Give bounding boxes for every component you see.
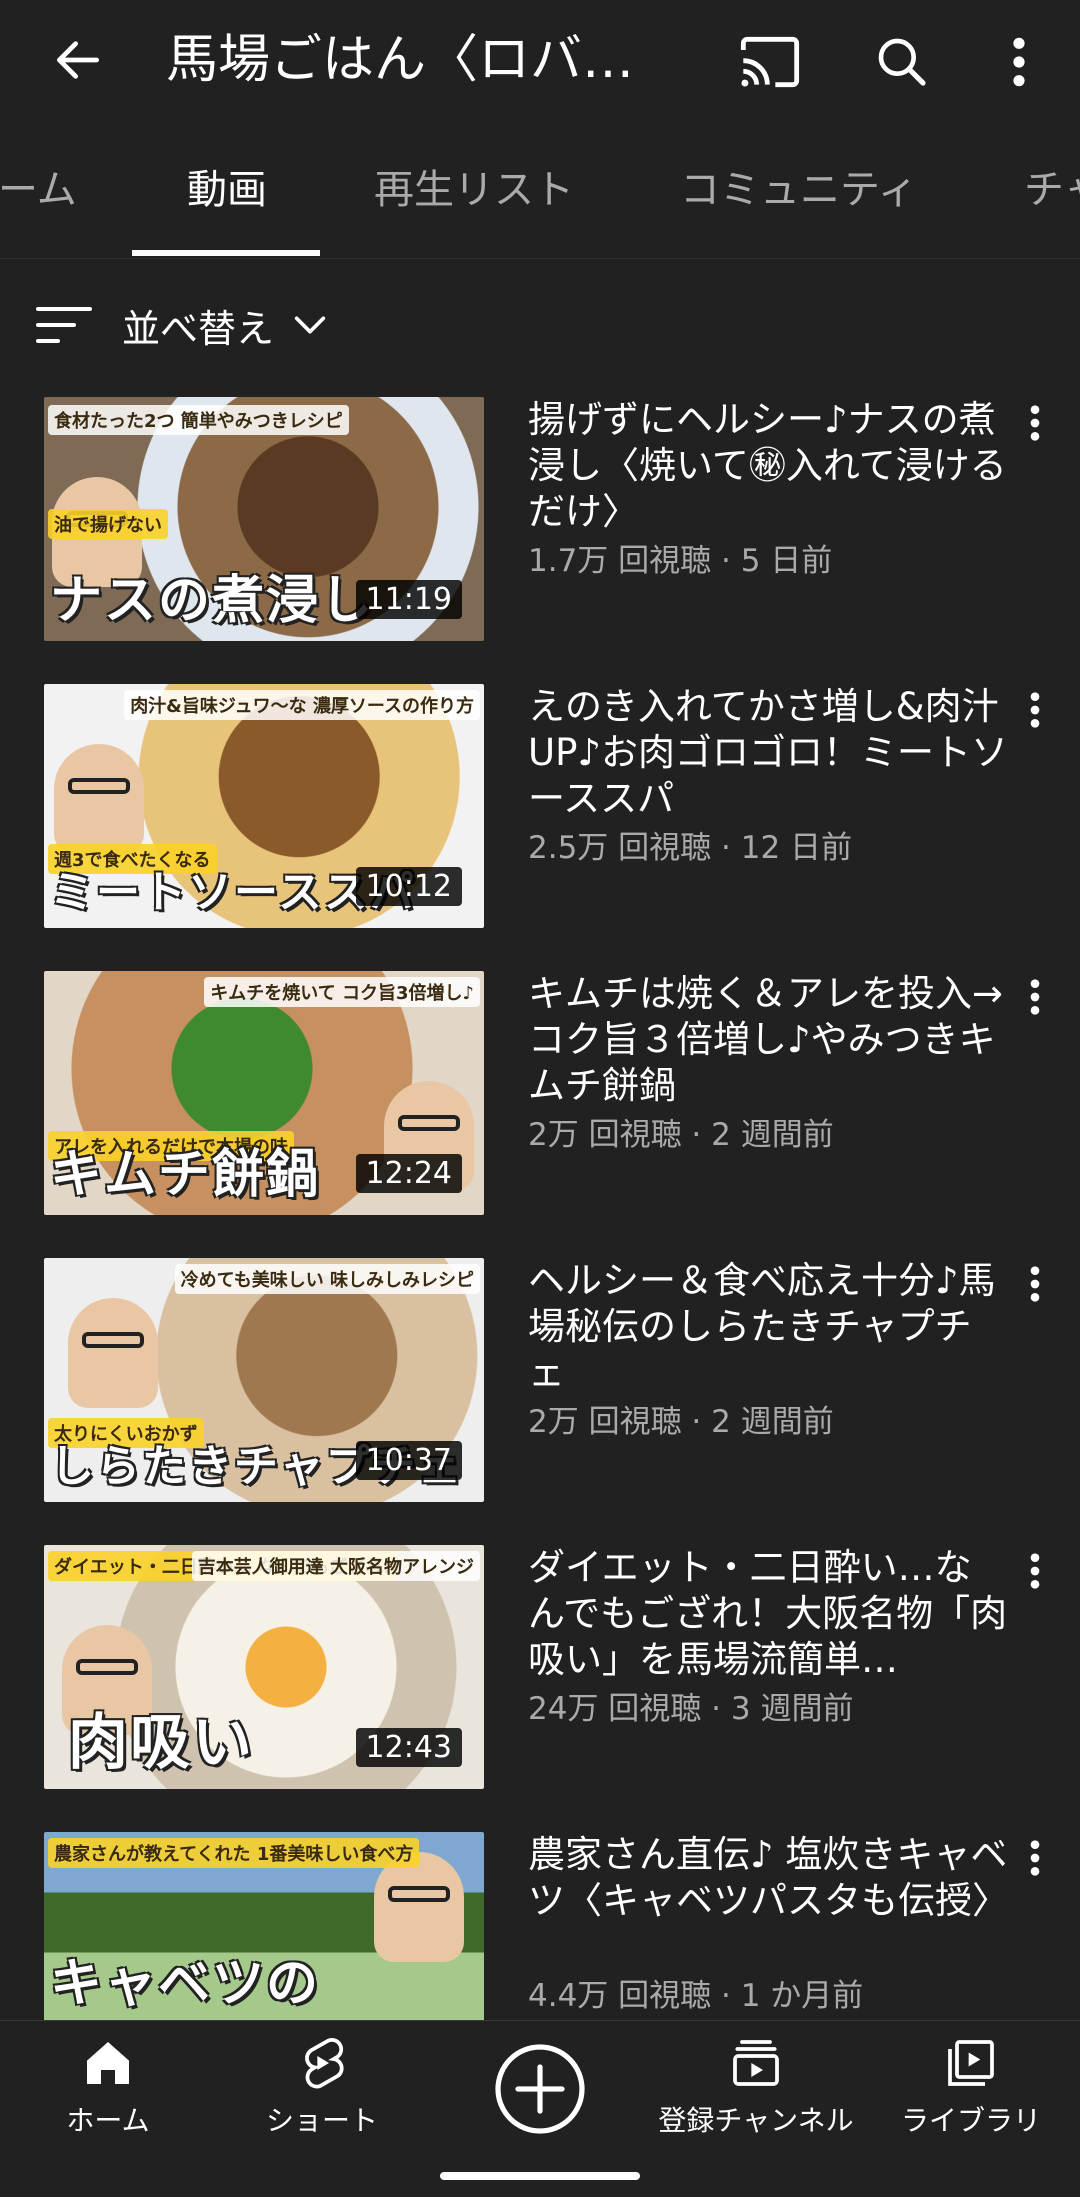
video-meta: 2万 回視聴 · 2 週間前: [528, 1404, 834, 1440]
video-item[interactable]: 冷めても美味しい 味しみしみレシピ 太りにくいおかず しらたきチャプチェ 10:…: [0, 1258, 1080, 1508]
tab-playlists[interactable]: 再生リスト: [374, 140, 574, 260]
video-item[interactable]: 農家さんが教えてくれた 1番美味しい食べ方 キャベツの 農家さん直伝♪ 塩炊きキ…: [0, 1832, 1080, 2020]
video-duration: 12:43: [355, 1728, 462, 1767]
thumbnail-caption-secondary: 油で揚げない: [48, 509, 168, 539]
video-title[interactable]: えのき入れてかさ増し&肉汁UP♪お肉ゴロゴロ！ミートソーススパ: [528, 684, 1008, 822]
nav-subscriptions[interactable]: 登録チャンネル: [646, 2035, 866, 2155]
video-duration: 10:12: [355, 867, 462, 906]
video-thumbnail[interactable]: 冷めても美味しい 味しみしみレシピ 太りにくいおかず しらたきチャプチェ 10:…: [44, 1258, 484, 1502]
video-duration: 10:37: [355, 1441, 462, 1480]
tabs-divider: [0, 258, 1080, 259]
thumbnail-headline: ナスの煮浸し: [50, 571, 375, 631]
gesture-home-indicator[interactable]: [440, 2172, 640, 2180]
nav-home-label: ホーム: [66, 2104, 150, 2137]
tab-home[interactable]: ーム: [0, 140, 77, 260]
host-figure: [54, 744, 144, 854]
cast-icon: [740, 36, 800, 88]
video-title[interactable]: ヘルシー＆食べ応え十分♪馬場秘伝のしらたきチャプチェ: [528, 1258, 1008, 1396]
host-figure: [374, 1852, 464, 1962]
search-icon: [878, 38, 926, 86]
video-thumbnail[interactable]: ダイエット・二日酔い… なんでもござれ! 吉本芸人御用達 大阪名物アレンジ 肉吸…: [44, 1545, 484, 1789]
back-button[interactable]: [40, 22, 116, 98]
thumbnail-caption: キムチを焼いて コク旨3倍増し♪: [204, 977, 480, 1007]
top-bar: 馬場ごはん〈ロバ…: [0, 0, 1080, 118]
video-thumbnail[interactable]: 食材たった2つ 簡単やみつきレシピ 油で揚げない ナスの煮浸し 11:19: [44, 397, 484, 641]
video-item[interactable]: キムチを焼いて コク旨3倍増し♪ アレを入れるだけで本場の味 キムチ餅鍋 12:…: [0, 971, 1080, 1221]
sort-label: 並べ替え: [122, 306, 275, 351]
thumbnail-caption: 冷めても美味しい 味しみしみレシピ: [174, 1264, 480, 1294]
video-more-button[interactable]: [1010, 1551, 1060, 1611]
video-meta: 2万 回視聴 · 2 週間前: [528, 1117, 834, 1153]
video-thumbnail[interactable]: 肉汁&旨味ジュワ〜な 濃厚ソースの作り方 週3で食べたくなる ミートソーススパ …: [44, 684, 484, 928]
bottom-navigation: ホーム ショート 登録チャンネル ライブラリ: [0, 2020, 1080, 2197]
more-vert-icon: [1030, 1840, 1040, 1876]
more-vert-icon: [1030, 979, 1040, 1015]
nav-create[interactable]: [488, 2041, 592, 2161]
back-arrow-icon: [57, 41, 99, 79]
thumbnail-caption: 農家さんが教えてくれた 1番美味しい食べ方: [48, 1838, 420, 1868]
search-button[interactable]: [864, 24, 940, 100]
video-more-button[interactable]: [1010, 403, 1060, 463]
nav-shorts-label: ショート: [265, 2104, 378, 2137]
nav-shorts[interactable]: ショート: [252, 2035, 392, 2155]
subscriptions-icon: [733, 2040, 779, 2086]
tab-community[interactable]: コミュニティ: [680, 140, 918, 260]
video-thumbnail[interactable]: 農家さんが教えてくれた 1番美味しい食べ方 キャベツの: [44, 1832, 484, 2020]
video-item[interactable]: ダイエット・二日酔い… なんでもござれ! 吉本芸人御用達 大阪名物アレンジ 肉吸…: [0, 1545, 1080, 1795]
nav-home[interactable]: ホーム: [38, 2035, 178, 2155]
tab-channels[interactable]: チャ: [1024, 140, 1080, 260]
sort-icon: [36, 307, 92, 343]
video-more-button[interactable]: [1010, 690, 1060, 750]
cast-button[interactable]: [732, 24, 808, 100]
library-icon: [948, 2040, 994, 2086]
nav-library[interactable]: ライブラリ: [896, 2035, 1046, 2155]
thumbnail-headline: 肉吸い: [68, 1708, 254, 1778]
thumbnail-headline: キムチ餅鍋: [50, 1145, 321, 1205]
video-title[interactable]: 農家さん直伝♪ 塩炊きキャベツ〈キャベツパスタも伝授〉: [528, 1832, 1008, 1924]
video-duration: 12:24: [355, 1154, 462, 1193]
sort-button[interactable]: 並べ替え: [36, 290, 330, 360]
create-icon: [495, 2044, 585, 2134]
video-more-button[interactable]: [1010, 1264, 1060, 1324]
channel-tabs: ーム 動画 再生リスト コミュニティ チャ: [0, 140, 1080, 260]
chevron-down-icon: [294, 316, 326, 334]
channel-title: 馬場ごはん〈ロバ…: [166, 30, 635, 90]
thumbnail-headline: キャベツの: [50, 1954, 321, 2014]
thumbnail-caption: 食材たった2つ 簡単やみつきレシピ: [48, 405, 349, 435]
video-meta: 24万 回視聴 · 3 週間前: [528, 1691, 854, 1727]
home-icon: [87, 2042, 129, 2084]
app: 馬場ごはん〈ロバ… ーム 動画 再生リスト コミュニティ チャ: [0, 0, 1080, 2197]
active-tab-indicator: [132, 250, 320, 256]
more-vert-icon: [1013, 37, 1025, 87]
video-meta: 4.4万 回視聴 · 1 か月前: [528, 1978, 864, 2014]
more-vert-icon: [1030, 692, 1040, 728]
more-options-button[interactable]: [984, 24, 1054, 100]
video-item[interactable]: 肉汁&旨味ジュワ〜な 濃厚ソースの作り方 週3で食べたくなる ミートソーススパ …: [0, 684, 1080, 934]
video-title[interactable]: キムチは焼く＆アレを投入→コク旨３倍増し♪やみつきキムチ餅鍋: [528, 971, 1008, 1109]
host-figure: [68, 1298, 158, 1408]
video-thumbnail[interactable]: キムチを焼いて コク旨3倍増し♪ アレを入れるだけで本場の味 キムチ餅鍋 12:…: [44, 971, 484, 1215]
video-item[interactable]: 食材たった2つ 簡単やみつきレシピ 油で揚げない ナスの煮浸し 11:19 揚げ…: [0, 397, 1080, 647]
video-more-button[interactable]: [1010, 1838, 1060, 1898]
video-duration: 11:19: [355, 580, 462, 619]
nav-library-label: ライブラリ: [900, 2104, 1041, 2137]
nav-subscriptions-label: 登録チャンネル: [658, 2104, 854, 2137]
video-meta: 1.7万 回視聴 · 5 日前: [528, 543, 833, 579]
more-vert-icon: [1030, 1553, 1040, 1589]
video-meta: 2.5万 回視聴 · 12 日前: [528, 830, 853, 866]
video-more-button[interactable]: [1010, 977, 1060, 1037]
shorts-icon: [305, 2038, 344, 2089]
video-title[interactable]: ダイエット・二日酔い…なんでもござれ！大阪名物「肉吸い」を馬場流簡単…: [528, 1545, 1008, 1683]
video-title[interactable]: 揚げずにヘルシー♪ナスの煮浸し〈焼いて㊙入れて浸けるだけ〉: [528, 397, 1008, 535]
more-vert-icon: [1030, 1266, 1040, 1302]
thumbnail-caption: 肉汁&旨味ジュワ〜な 濃厚ソースの作り方: [124, 690, 480, 720]
thumbnail-caption: 吉本芸人御用達 大阪名物アレンジ: [191, 1551, 480, 1581]
more-vert-icon: [1030, 405, 1040, 441]
tab-videos[interactable]: 動画: [187, 140, 267, 260]
